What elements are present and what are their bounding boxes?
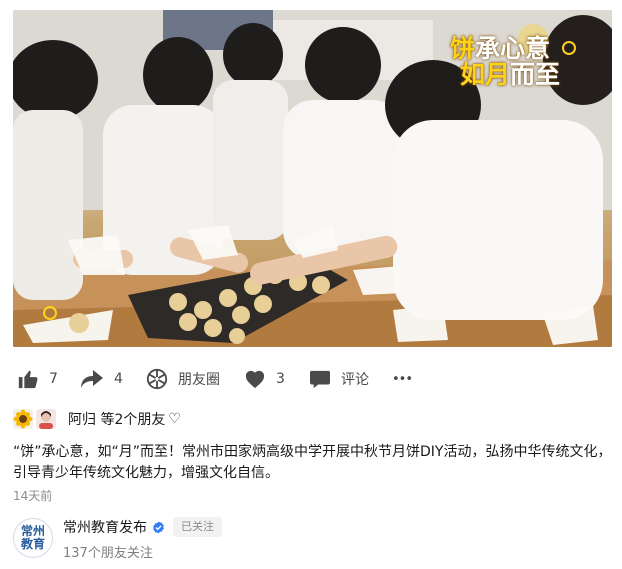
comment-bubble-icon (310, 370, 330, 389)
thumbs-up-icon (18, 370, 38, 389)
favorite-button[interactable]: 3 (244, 366, 285, 392)
liked-by-names: 阿归 等2个朋友 (68, 412, 166, 428)
heart-outline-icon: ♡ (168, 411, 181, 427)
favorite-count: 3 (276, 371, 285, 387)
account-name: 常州教育发布 (63, 520, 147, 536)
share-arrow-icon (81, 370, 103, 388)
like-count: 7 (49, 371, 58, 387)
followed-badge[interactable]: 已关注 (173, 517, 222, 537)
moments-aperture-icon (146, 368, 168, 390)
account-name-row[interactable]: 常州教育发布 (63, 517, 165, 537)
action-bar: 7 4 朋友圈 3 评论 ••• (0, 366, 622, 392)
liked-by-row[interactable]: 阿归 等2个朋友 ♡ (13, 408, 181, 430)
sunflower-avatar-icon (13, 409, 33, 429)
heart-icon (245, 370, 265, 389)
like-button[interactable]: 7 (17, 366, 58, 392)
post-video[interactable]: 饼承心意 如月而至 (13, 10, 612, 347)
avatar (36, 409, 56, 429)
friends-follow-count: 137个朋友关注 (63, 546, 153, 561)
share-button[interactable]: 4 (80, 366, 123, 392)
overlay-highlight-1: 饼 (450, 34, 476, 63)
comment-button[interactable]: 评论 (309, 366, 369, 392)
moments-button[interactable]: 朋友圈 (146, 366, 220, 392)
account-logo[interactable]: 常州教育 (13, 518, 53, 558)
post-caption: “饼”承心意，如“月”而至！常州市田家炳高级中学开展中秋节月饼DIY活动，弘扬中… (13, 444, 612, 481)
overlay-text-1: 承心意 (475, 34, 551, 63)
more-button[interactable]: ••• (392, 366, 413, 392)
person-avatar-icon (36, 409, 56, 429)
moments-label: 朋友圈 (178, 372, 220, 388)
share-count: 4 (114, 371, 123, 387)
account-logo-text: 常州教育 (20, 524, 45, 551)
account-card[interactable]: 常州教育 常州教育发布 已关注 137个朋友关注 (13, 516, 613, 562)
comment-label: 评论 (341, 372, 369, 388)
overlay-highlight-2: 如月 (460, 60, 511, 90)
video-overlay-title: 饼承心意 如月而至 (450, 34, 582, 90)
avatar (13, 409, 33, 429)
post-timestamp: 14天前 (13, 489, 53, 503)
verified-badge-icon (153, 520, 164, 534)
overlay-text-2: 而至 (510, 60, 561, 90)
more-dots-icon: ••• (392, 371, 413, 387)
